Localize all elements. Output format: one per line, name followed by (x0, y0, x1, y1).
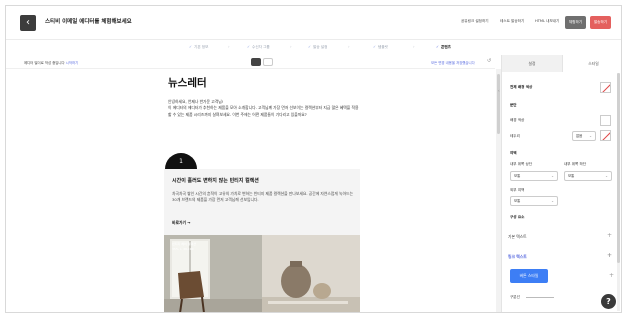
chevron-down-icon: ⌄ (605, 174, 608, 178)
step-5-current[interactable]: ✓ 콘텐츠 (436, 45, 451, 50)
margin-header: 여백 (510, 151, 517, 155)
chevron-down-icon: ⌄ (589, 134, 592, 138)
step-4[interactable]: ✓ 템플릿 (373, 45, 388, 50)
style-panel: 설정 스타일 전체 배경 색상 문단 배경 색상 테두리 없음 ⌄ 여백 내부 위… (501, 55, 621, 312)
tab-style[interactable]: 스타일 (563, 55, 621, 72)
image-caption: 빈티지 체어 컬렉션 35% ↓ 39,000 (172, 242, 196, 251)
product-card[interactable]: 시간이 흘러도 변하지 않는 빈티지 컬렉션 차곡차곡 쌓인 시간의 흔적이 고… (164, 169, 360, 312)
editor-subbar: 에디터 빌더로 작성 중입니다 시작하기 모든 변경 내용을 저장했습니다 ↺ (6, 55, 495, 69)
card-more-link[interactable]: 바로가기 → (172, 220, 190, 226)
outer-margin-label: 외부 여백 (510, 188, 525, 192)
plus-icon[interactable]: + (609, 272, 614, 279)
divider-preview (526, 297, 554, 298)
help-button[interactable]: ? (601, 294, 616, 309)
editor-mode-text: 에디터 빌더로 작성 중입니다 시작하기 (24, 61, 79, 65)
share-link-button[interactable]: 공유링크 설정하기 (461, 19, 489, 24)
border-label: 테두리 (510, 134, 520, 138)
desktop-preview-icon[interactable] (251, 58, 261, 66)
step-3[interactable]: ✓ 발송 설정 (308, 45, 327, 50)
app-window: ‹ 스티비 이메일 에디터를 체험해보세요 공유링크 설정하기 테스트 발송하기… (5, 5, 622, 313)
button-style-button[interactable]: 버튼 스타일 (510, 269, 548, 283)
send-button[interactable]: 발송하기 (590, 16, 611, 29)
panel-scrollbar[interactable] (617, 73, 620, 311)
tab-settings[interactable]: 설정 (502, 55, 563, 72)
card-title[interactable]: 시간이 흘러도 변하지 않는 빈티지 컬렉션 (172, 177, 259, 184)
section-label: 문단 (510, 103, 517, 107)
product-image[interactable]: 빈티지 체어 컬렉션 35% ↓ 39,000 (164, 235, 360, 312)
step-1[interactable]: ✓ 기본 정보 (189, 45, 208, 50)
check-icon: ✓ (189, 45, 193, 49)
start-link[interactable]: 시작하기 (66, 61, 78, 65)
chevron-down-icon: ⌄ (551, 174, 554, 178)
bg-color-label: 전체 배경 색상 (510, 85, 533, 89)
outer-margin-select[interactable]: 보통 ⌄ (510, 196, 558, 206)
export-html-button[interactable]: HTML 내보내기 (535, 19, 559, 24)
history-icon[interactable]: ↺ (487, 58, 491, 64)
border-select[interactable]: 없음 ⌄ (572, 131, 596, 141)
elements-header: 구성 요소 (510, 215, 525, 219)
step-2[interactable]: ✓ 수신자 그룹 (247, 45, 270, 50)
newsletter-title[interactable]: 뉴스레터 (168, 75, 207, 90)
check-icon: ✓ (308, 45, 312, 49)
newsletter-content[interactable]: 뉴스레터 안녕하세요, 언제나 반가운 고객님! 이 에디터의 에디터가 추천하… (164, 69, 360, 312)
section-number-badge: 1 (165, 153, 197, 169)
page-title: 스티비 이메일 에디터를 체험해보세요 (45, 19, 132, 25)
border-color-swatch[interactable] (600, 115, 611, 126)
panel-tabs: 설정 스타일 (502, 55, 621, 72)
plus-icon[interactable]: + (607, 232, 612, 239)
chevron-right-icon: › (228, 44, 230, 49)
element-basic-text[interactable]: 기본 텍스트 + (508, 232, 612, 240)
newsletter-intro[interactable]: 안녕하세요, 언제나 반가운 고객님! 이 에디터의 에디터가 추천하는 제품을… (168, 99, 360, 118)
margin-top-label: 내부 위쪽 상단 (510, 162, 533, 166)
mobile-preview-icon[interactable] (263, 58, 273, 66)
margin-top-select[interactable]: 보통 ⌄ (510, 171, 558, 181)
step-navigation: ✓ 기본 정보 › ✓ 수신자 그룹 › ✓ 발송 설정 › ✓ 템플릿 › ✓ 콘텐츠 (6, 41, 621, 55)
chevron-left-icon: ‹ (26, 17, 30, 28)
plus-icon[interactable]: + (607, 252, 612, 259)
bg-color-swatch[interactable] (600, 82, 611, 93)
test-send-button[interactable]: 테스트 발송하기 (500, 19, 524, 24)
email-canvas: 뉴스레터 안녕하세요, 언제나 반가운 고객님! 이 에디터의 에디터가 추천하… (6, 69, 495, 312)
check-icon: ✓ (436, 45, 440, 49)
canvas-scroll-thumb[interactable] (497, 74, 500, 134)
element-link-text[interactable]: 링크 텍스트 + (508, 252, 612, 260)
save-status: 모든 변경 내용을 저장했습니다 (431, 61, 475, 65)
border-color-label: 배경 색상 (510, 118, 525, 122)
back-button[interactable]: ‹ (20, 15, 36, 31)
chevron-right-icon: › (413, 44, 415, 49)
card-body[interactable]: 차곡차곡 쌓인 시간의 흔적이 고유의 가치로 변하는 빈티지 제품 컬렉션을 … (172, 191, 354, 204)
divider-label: 구분선 (510, 295, 520, 299)
margin-bottom-select[interactable]: 보통 ⌄ (564, 171, 612, 181)
chevron-down-icon: ⌄ (551, 199, 554, 203)
check-icon: ✓ (373, 45, 377, 49)
chevron-right-icon: › (348, 44, 350, 49)
top-bar: ‹ 스티비 이메일 에디터를 체험해보세요 공유링크 설정하기 테스트 발송하기… (6, 6, 621, 40)
chevron-right-icon: › (290, 44, 292, 49)
check-icon: ✓ (247, 45, 251, 49)
save-button[interactable]: 체험하기 (565, 16, 586, 29)
chevron-left-icon[interactable]: ‹ (498, 88, 500, 93)
border-style-swatch[interactable] (600, 130, 611, 141)
margin-bottom-label: 내부 위쪽 하단 (564, 162, 587, 166)
